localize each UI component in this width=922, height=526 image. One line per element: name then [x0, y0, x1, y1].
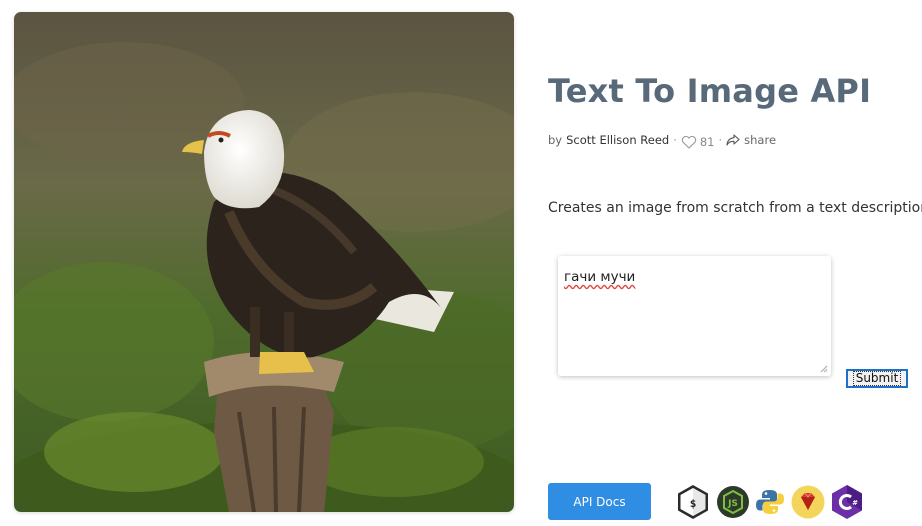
page-title: Text To Image API	[548, 72, 872, 110]
svg-text:$: $	[690, 497, 697, 510]
csharp-icon[interactable]: #	[830, 484, 864, 520]
svg-text:JS: JS	[727, 499, 738, 509]
like-count: 81	[699, 134, 715, 149]
separator: ·	[673, 133, 677, 147]
bash-icon[interactable]: $	[676, 484, 710, 520]
nodejs-icon[interactable]: JS	[716, 484, 750, 520]
separator: ·	[718, 133, 723, 147]
resize-handle-icon[interactable]	[820, 365, 828, 373]
api-docs-button[interactable]: API Docs	[548, 483, 651, 520]
python-icon[interactable]	[753, 484, 787, 520]
svg-text:#: #	[852, 499, 858, 507]
api-description: Creates an image from scratch from a tex…	[548, 200, 922, 216]
share-icon[interactable]	[726, 134, 740, 146]
ruby-icon[interactable]	[791, 484, 825, 520]
share-link[interactable]: share	[744, 133, 776, 147]
prompt-textarea[interactable]: гачи мучи	[558, 256, 831, 376]
byline-prefix: by	[548, 133, 563, 147]
byline: by Scott Ellison Reed · 81 · share	[548, 131, 776, 149]
author-link[interactable]: Scott Ellison Reed	[566, 133, 669, 147]
prompt-text[interactable]: гачи мучи	[564, 269, 635, 285]
generated-image	[14, 12, 514, 512]
submit-button[interactable]: Submit	[846, 369, 908, 388]
heart-icon[interactable]	[681, 135, 697, 149]
submit-label: Submit	[852, 371, 902, 386]
